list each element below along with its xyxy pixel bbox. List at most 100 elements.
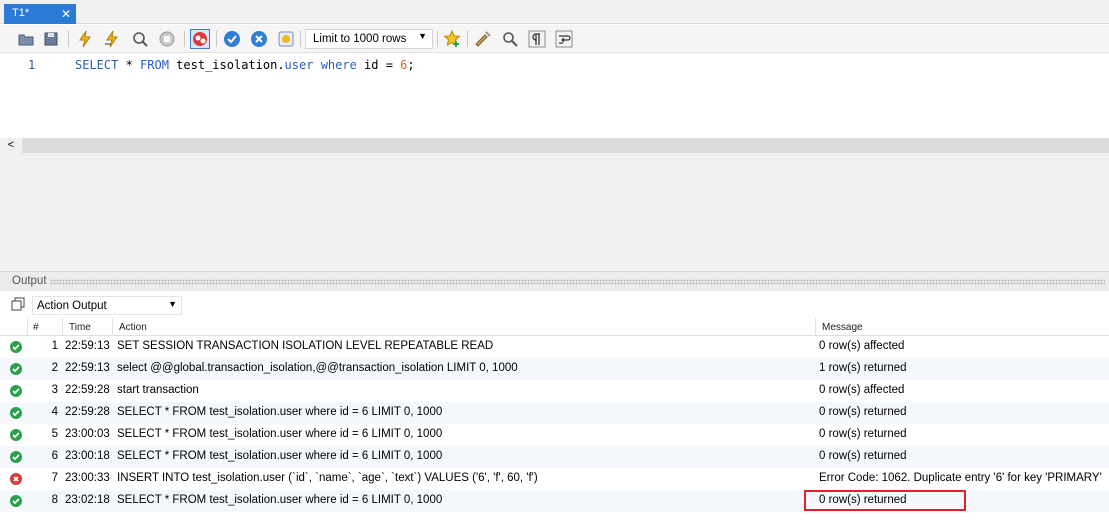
row-message: 0 row(s) affected	[819, 384, 905, 396]
row-action: select @@global.transaction_isolation,@@…	[117, 362, 518, 374]
success-icon	[10, 341, 22, 353]
output-panel-title: Output	[12, 275, 47, 287]
row-time: 23:02:18	[65, 494, 110, 506]
add-snippet-icon[interactable]	[443, 30, 461, 48]
highlight-annotation-box	[804, 490, 966, 511]
commit-icon[interactable]	[223, 30, 241, 48]
table-row[interactable]: 5 23:00:03 SELECT * FROM test_isolation.…	[0, 424, 1109, 446]
autocommit-icon[interactable]	[277, 30, 295, 48]
beautify-icon[interactable]	[474, 30, 492, 48]
sql-keyword: FROM	[140, 58, 169, 72]
row-number: 1	[51, 340, 58, 352]
success-icon	[10, 495, 22, 507]
row-message: Error Code: 1062. Duplicate entry '6' fo…	[819, 472, 1102, 484]
row-time: 23:00:18	[65, 450, 110, 462]
row-message: 0 row(s) returned	[819, 406, 907, 418]
row-time: 22:59:28	[65, 406, 110, 418]
save-icon[interactable]	[42, 30, 60, 48]
explain-icon[interactable]	[131, 30, 149, 48]
invisible-chars-icon[interactable]	[528, 30, 546, 48]
row-action: SELECT * FROM test_isolation.user where …	[117, 450, 443, 462]
output-panel-header: Output	[0, 271, 1109, 291]
rollback-icon[interactable]	[250, 30, 268, 48]
sql-toolbar: Limit to 1000 rows ▼	[0, 25, 1109, 53]
toolbar-separator	[300, 31, 301, 47]
row-action: SET SESSION TRANSACTION ISOLATION LEVEL …	[117, 340, 494, 352]
tab-bar: T1* ✕	[0, 0, 1109, 24]
row-time: 22:59:28	[65, 384, 110, 396]
row-message: 0 row(s) affected	[819, 340, 905, 352]
success-icon	[10, 385, 22, 397]
sql-code-line[interactable]: SELECT * FROM test_isolation.user where …	[75, 58, 415, 72]
row-action: INSERT INTO test_isolation.user (`id`, `…	[117, 472, 538, 484]
row-number: 7	[51, 472, 58, 484]
copy-icon[interactable]	[11, 297, 25, 311]
row-time: 22:59:13	[65, 340, 110, 352]
toolbar-separator	[437, 31, 438, 47]
sql-keyword: where	[320, 58, 357, 72]
row-action: SELECT * FROM test_isolation.user where …	[117, 494, 443, 506]
chevron-down-icon: ▼	[168, 299, 177, 309]
success-icon	[10, 429, 22, 441]
success-icon	[10, 451, 22, 463]
sql-text: *	[118, 58, 141, 72]
column-header-message[interactable]: Message	[822, 322, 863, 333]
sql-editor[interactable]: 1 SELECT * FROM test_isolation.user wher…	[0, 54, 1109, 138]
row-action: SELECT * FROM test_isolation.user where …	[117, 428, 443, 440]
table-row[interactable]: 6 23:00:18 SELECT * FROM test_isolation.…	[0, 446, 1109, 468]
column-header-time[interactable]: Time	[69, 322, 91, 333]
toolbar-separator	[68, 31, 69, 47]
sql-text: id =	[356, 58, 401, 72]
sql-keyword: SELECT	[75, 58, 119, 72]
row-time: 23:00:03	[65, 428, 110, 440]
output-toolbar: Action Output ▼	[0, 291, 1109, 318]
chevron-down-icon: ▼	[418, 31, 427, 41]
line-number: 1	[28, 58, 36, 72]
error-icon	[10, 473, 22, 485]
tab-label: T1*	[12, 7, 30, 19]
panel-grip[interactable]	[50, 279, 1105, 285]
sql-text: ;	[407, 58, 415, 72]
row-time: 22:59:13	[65, 362, 110, 374]
table-row[interactable]: 4 22:59:28 SELECT * FROM test_isolation.…	[0, 402, 1109, 424]
table-row[interactable]: 3 22:59:28 start transaction 0 row(s) af…	[0, 380, 1109, 402]
toolbar-separator	[467, 31, 468, 47]
tab-t1[interactable]: T1* ✕	[4, 4, 76, 24]
sql-keyword: user	[284, 58, 314, 72]
output-type-value: Action Output	[37, 300, 107, 312]
result-area-placeholder	[0, 153, 1109, 271]
stop-icon[interactable]	[158, 30, 176, 48]
output-type-select[interactable]: Action Output ▼	[32, 296, 182, 315]
success-icon	[10, 363, 22, 375]
table-row[interactable]: 7 23:00:33 INSERT INTO test_isolation.us…	[0, 468, 1109, 490]
toolbar-separator	[184, 31, 185, 47]
limit-rows-value: Limit to 1000 rows	[313, 33, 407, 45]
row-number: 2	[51, 362, 58, 374]
scroll-left-icon[interactable]: <	[0, 138, 22, 153]
row-message: 0 row(s) returned	[819, 428, 907, 440]
execute-icon[interactable]	[76, 30, 94, 48]
word-wrap-icon[interactable]	[555, 30, 573, 48]
row-number: 3	[51, 384, 58, 396]
toolbar-separator	[216, 31, 217, 47]
execute-current-icon[interactable]	[103, 30, 121, 48]
row-number: 5	[51, 428, 58, 440]
column-header-num[interactable]: #	[33, 322, 39, 333]
row-action: start transaction	[117, 384, 199, 396]
row-number: 6	[51, 450, 58, 462]
grid-header: # Time Action Message	[0, 318, 1109, 336]
row-message: 1 row(s) returned	[819, 362, 907, 374]
column-header-action[interactable]: Action	[119, 322, 147, 333]
success-icon	[10, 407, 22, 419]
find-replace-icon[interactable]	[501, 30, 519, 48]
editor-horizontal-scrollbar[interactable]: <	[0, 138, 1109, 153]
open-file-icon[interactable]	[17, 30, 35, 48]
stop-on-error-toggle-icon[interactable]	[190, 29, 210, 49]
limit-rows-select[interactable]: Limit to 1000 rows ▼	[305, 29, 433, 49]
row-message: 0 row(s) returned	[819, 450, 907, 462]
table-row[interactable]: 1 22:59:13 SET SESSION TRANSACTION ISOLA…	[0, 336, 1109, 358]
table-row[interactable]: 2 22:59:13 select @@global.transaction_i…	[0, 358, 1109, 380]
row-number: 8	[51, 494, 58, 506]
close-tab-icon[interactable]: ✕	[61, 7, 71, 21]
